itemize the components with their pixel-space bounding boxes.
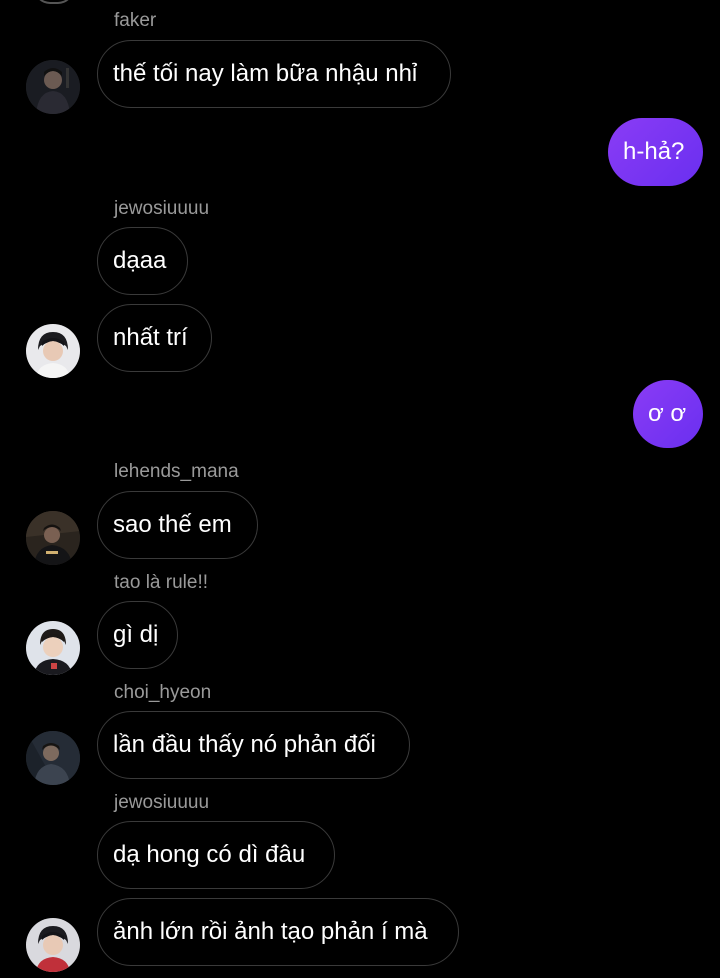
avatar[interactable] (26, 918, 80, 972)
avatar[interactable] (26, 731, 80, 785)
avatar[interactable] (26, 60, 80, 114)
sender-name: choi_hyeon (114, 682, 212, 703)
avatar-partial (34, 0, 74, 4)
message-bubble[interactable]: dạ hong có dì đâu (97, 821, 335, 889)
message-bubble[interactable]: dạaa (97, 227, 188, 295)
message-bubble[interactable]: nhất trí (97, 304, 212, 372)
sender-name: jewosiuuuu (114, 198, 210, 219)
sender-name: jewosiuuuu (114, 792, 210, 813)
message-bubble[interactable]: lần đầu thấy nó phản đối (97, 711, 410, 779)
message-bubble[interactable]: thế tối nay làm bữa nhậu nhỉ (97, 40, 451, 108)
avatar[interactable] (26, 621, 80, 675)
message-bubble[interactable]: sao thế em (97, 491, 258, 559)
avatar[interactable] (26, 324, 80, 378)
sender-name: faker (114, 10, 157, 31)
own-message-bubble[interactable]: h-hả? (608, 118, 703, 186)
message-bubble[interactable]: ảnh lớn rồi ảnh tạo phản í mà (97, 898, 459, 966)
own-message-bubble[interactable]: ơ ơ (633, 380, 703, 448)
sender-name: lehends_mana (114, 461, 239, 482)
sender-name: tao là rule!! (114, 572, 208, 593)
avatar[interactable] (26, 511, 80, 565)
message-bubble[interactable]: gì dị (97, 601, 178, 669)
